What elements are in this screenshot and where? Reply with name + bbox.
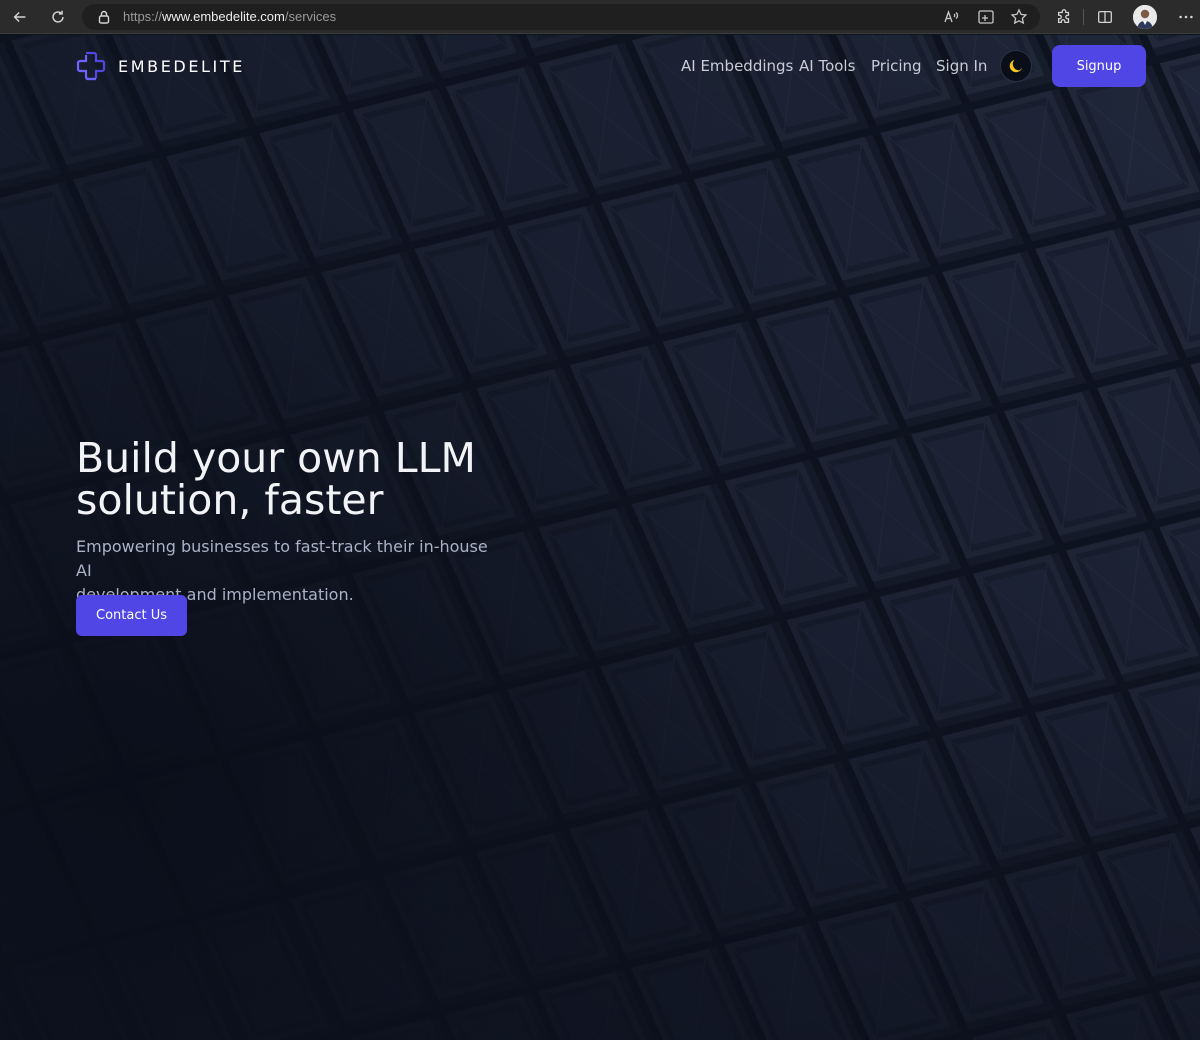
profile-avatar[interactable] (1133, 5, 1157, 29)
brand-name: EMBEDELITE (118, 56, 245, 76)
hero-title-line-1: Build your own LLM (76, 434, 476, 482)
reload-icon[interactable] (46, 5, 70, 29)
back-arrow-icon[interactable] (8, 5, 32, 29)
split-screen-icon[interactable] (1093, 5, 1117, 29)
moon-icon (1009, 59, 1023, 73)
nav-ai-tools[interactable]: AI Tools (799, 57, 855, 75)
app-available-icon[interactable] (977, 8, 995, 26)
nav-ai-embeddings[interactable]: AI Embeddings (681, 57, 793, 75)
theme-toggle-button[interactable] (1000, 50, 1032, 82)
site-logo[interactable]: EMBEDELITE (75, 50, 245, 82)
hero-subtitle-line-1: Empowering businesses to fast-track thei… (76, 537, 488, 580)
url-text[interactable]: https://www.embedelite.com/services (123, 9, 336, 24)
toolbar-divider (1083, 9, 1084, 25)
nav-pricing[interactable]: Pricing (871, 57, 922, 75)
browser-toolbar: https://www.embedelite.com/services (0, 0, 1200, 34)
nav-sign-in[interactable]: Sign In (936, 57, 987, 75)
signup-button[interactable]: Signup (1052, 45, 1146, 87)
hero-title-line-2: solution, faster (76, 476, 384, 524)
puzzle-icon[interactable] (1052, 5, 1076, 29)
star-icon[interactable] (1010, 8, 1028, 26)
brand-cross-icon (76, 51, 106, 81)
contact-us-button[interactable]: Contact Us (76, 595, 187, 636)
hero-title: Build your own LLM solution, faster (76, 437, 546, 521)
more-dots-icon[interactable] (1174, 5, 1198, 29)
read-aloud-icon[interactable] (943, 8, 961, 26)
address-bar[interactable]: https://www.embedelite.com/services (82, 4, 1040, 30)
lock-icon[interactable] (96, 9, 112, 25)
